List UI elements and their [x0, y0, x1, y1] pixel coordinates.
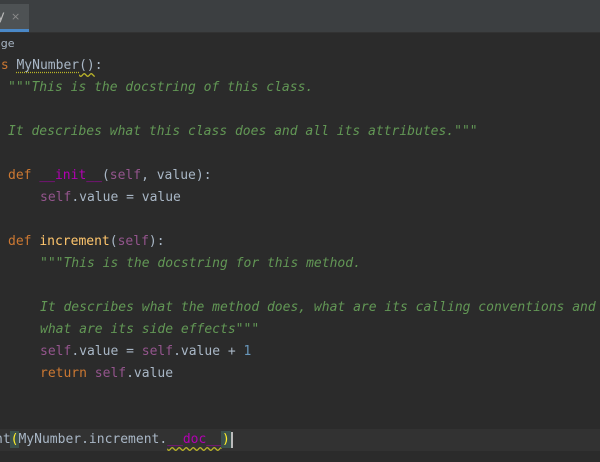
docstring: """This is the docstring for this method…: [40, 256, 361, 271]
keyword: return: [40, 366, 87, 381]
code-line-9[interactable]: what are its side effects""": [40, 319, 259, 341]
statement: .value +: [173, 344, 244, 359]
breadcrumb[interactable]: age: [0, 33, 600, 55]
docstring: It describes what this class does and al…: [8, 124, 478, 139]
close-icon[interactable]: ×: [11, 4, 20, 29]
code-line-11[interactable]: return self.value: [40, 363, 173, 385]
text-cursor: [230, 431, 233, 448]
colon: :: [94, 58, 103, 73]
editor-tab-bar: y ×: [0, 0, 600, 33]
class-name: MyNumber: [16, 58, 80, 73]
code-line-10[interactable]: self.value = self.value + 1: [40, 341, 251, 363]
class-parens: (): [79, 58, 95, 73]
params: ):: [148, 234, 165, 249]
keyword: def: [8, 168, 32, 183]
open-paren: (: [101, 168, 110, 183]
dunder-attribute: __doc__: [167, 432, 222, 447]
code-line-7[interactable]: """This is the docstring for this method…: [40, 253, 361, 275]
number-literal: 1: [243, 344, 252, 359]
statement: .value: [126, 366, 174, 381]
function-name: __init__: [39, 168, 102, 183]
file-tab-label: y: [0, 9, 5, 24]
statement: .value =: [71, 344, 142, 359]
self-keyword: self: [141, 344, 174, 359]
keyword: ss: [0, 58, 9, 73]
code-line-3[interactable]: It describes what this class does and al…: [8, 121, 478, 143]
code-line-4[interactable]: def __init__(self, value):: [8, 165, 212, 187]
close-paren-match: ): [221, 431, 231, 448]
docstring: It describes what the method does, what …: [40, 300, 596, 315]
code-line-12-current[interactable]: nt(MyNumber.increment.__doc__): [0, 429, 600, 451]
code-line-6[interactable]: def increment(self):: [8, 231, 165, 253]
self-keyword: self: [117, 234, 149, 249]
code-line-5[interactable]: self.value = value: [40, 187, 181, 209]
statement: .value = value: [71, 190, 181, 205]
code-line-1[interactable]: ss MyNumber():: [0, 55, 103, 77]
params: , value):: [141, 168, 212, 183]
call-name: nt: [0, 432, 11, 447]
docstring: """This is the docstring of this class.: [8, 80, 314, 95]
self-keyword: self: [40, 190, 72, 205]
self-keyword: self: [109, 168, 142, 183]
keyword: def: [8, 234, 32, 249]
function-name: increment: [39, 234, 110, 249]
docstring: what are its side effects""": [40, 322, 260, 337]
code-line-2[interactable]: """This is the docstring of this class.: [8, 77, 313, 99]
self-keyword: self: [94, 366, 127, 381]
code-editor[interactable]: ss MyNumber(): """This is the docstring …: [0, 55, 600, 462]
breadcrumb-item[interactable]: age: [0, 33, 15, 55]
open-paren: (: [109, 234, 118, 249]
attribute-chain: MyNumber.increment.: [18, 432, 168, 447]
code-line-8[interactable]: It describes what the method does, what …: [40, 297, 596, 319]
file-tab[interactable]: y ×: [0, 4, 29, 32]
self-keyword: self: [40, 344, 72, 359]
